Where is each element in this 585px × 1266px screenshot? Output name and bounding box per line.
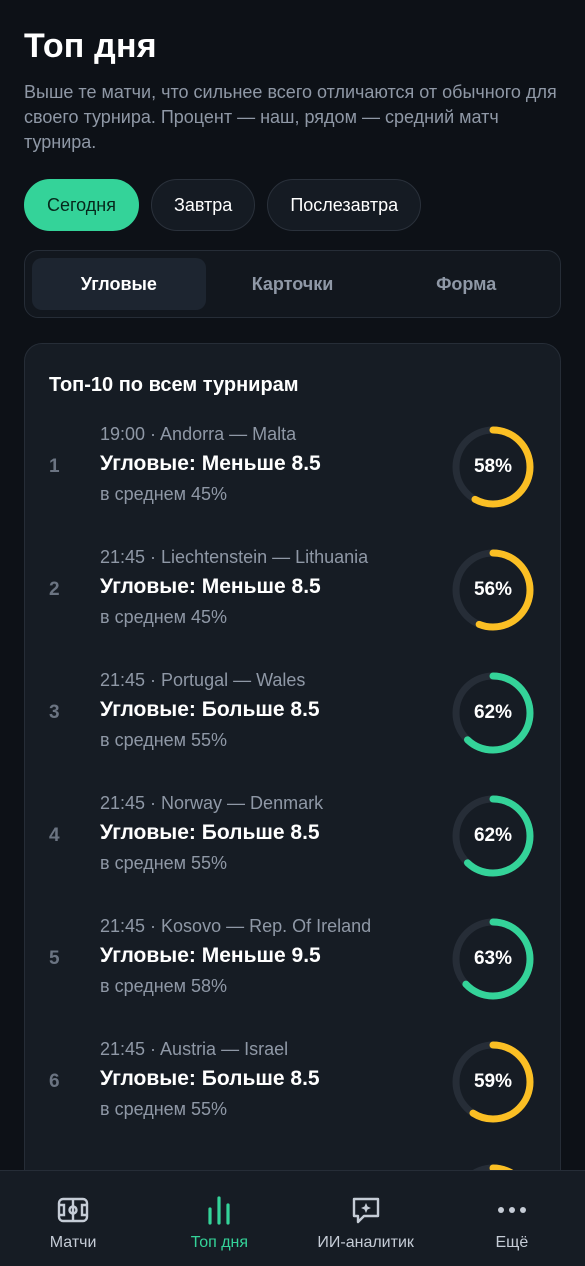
match-info: 21:45 · Austria — Israel Угловые: Больше … — [100, 1037, 320, 1121]
probability-ring: 62% — [450, 670, 536, 756]
market-label: Угловые: Больше 8.5 — [100, 821, 320, 844]
probability-ring: 63% — [450, 916, 536, 1002]
top-list-card: Топ-10 по всем турнирам 1 19:00 · Andorra… — [24, 343, 561, 1243]
list-item[interactable]: 1 19:00 · Andorra — Malta Угловые: Меньше … — [49, 422, 536, 545]
nav-ai-analyst-label: ИИ-аналитик — [317, 1234, 414, 1251]
nav-more-label: Ещё — [495, 1234, 529, 1251]
average-label: в среднем 58% — [100, 976, 228, 996]
tab-cards[interactable]: Карточки — [206, 258, 380, 310]
probability-value: 59% — [473, 1071, 513, 1092]
average-label: в среднем 45% — [100, 607, 228, 627]
nav-more[interactable]: Ещё — [439, 1171, 585, 1266]
market-label: Угловые: Меньше 8.5 — [100, 452, 321, 475]
tab-corners[interactable]: Угловые — [32, 258, 206, 310]
rank-number: 1 — [49, 456, 60, 477]
tab-day-after-tomorrow[interactable]: Послезавтра — [267, 179, 422, 231]
match-title: 21:45 · Kosovo — Rep. Of Ireland — [100, 916, 372, 936]
tab-tomorrow[interactable]: Завтра — [151, 179, 256, 231]
list-item[interactable]: 5 21:45 · Kosovo — Rep. Of Ireland Угловые… — [49, 914, 536, 1037]
ai-chat-icon — [349, 1193, 383, 1227]
market-label: Угловые: Больше 8.5 — [100, 698, 320, 721]
market-label: Угловые: Больше 8.5 — [100, 1067, 320, 1090]
list-item[interactable]: 3 21:45 · Portugal — Wales Угловые: Больше… — [49, 668, 536, 791]
match-list: 1 19:00 · Andorra — Malta Угловые: Меньше … — [49, 422, 536, 1242]
list-item[interactable]: 2 21:45 · Liechtenstein — Lithuania Угловы… — [49, 545, 536, 668]
rank-number: 3 — [49, 702, 60, 723]
app-screen: Топ дня Выше те матчи, что сильнее всего… — [0, 0, 585, 1266]
probability-value: 62% — [473, 825, 513, 846]
average-label: в среднем 55% — [100, 1099, 228, 1119]
rank-number: 5 — [49, 948, 60, 969]
tab-form[interactable]: Форма — [379, 258, 553, 310]
page-subtitle: Выше те матчи, что сильнее всего отличаю… — [24, 82, 557, 152]
match-info: 19:00 · Andorra — Malta Угловые: Меньше 8… — [100, 422, 321, 506]
match-title: 21:45 · Austria — Israel — [100, 1039, 289, 1059]
match-info: 21:45 · Portugal — Wales Угловые: Больше … — [100, 668, 320, 752]
match-title: 21:45 · Liechtenstein — Lithuania — [100, 547, 369, 567]
list-item[interactable]: 6 21:45 · Austria — Israel Угловые: Больше… — [49, 1037, 536, 1160]
probability-ring: 59% — [450, 1039, 536, 1125]
nav-ai-analyst[interactable]: ИИ-аналитик — [293, 1171, 439, 1266]
nav-matches[interactable]: Матчи — [0, 1171, 146, 1266]
football-field-icon — [56, 1193, 90, 1227]
probability-ring: 62% — [450, 793, 536, 879]
average-label: в среднем 55% — [100, 853, 228, 873]
rank-number: 4 — [49, 825, 60, 846]
bottom-navigation: Матчи Топ дня ИИ-аналитик Ещё — [0, 1170, 585, 1266]
tab-today[interactable]: Сегодня — [24, 179, 139, 231]
average-label: в среднем 45% — [100, 484, 228, 504]
match-info: 21:45 · Norway — Denmark Угловые: Больше … — [100, 791, 323, 875]
market-segmented-control: Угловые Карточки Форма — [24, 250, 561, 318]
probability-value: 63% — [473, 948, 513, 969]
nav-top-day-label: Топ дня — [190, 1234, 249, 1251]
card-title: Топ-10 по всем турнирам — [49, 374, 299, 396]
probability-value: 56% — [473, 579, 513, 600]
nav-matches-label: Матчи — [49, 1234, 97, 1251]
probability-ring: 58% — [450, 424, 536, 510]
match-title: 21:45 · Portugal — Wales — [100, 670, 306, 690]
average-label: в среднем 55% — [100, 730, 228, 750]
day-tabs: Сегодня Завтра Послезавтра — [0, 179, 585, 231]
probability-ring: 56% — [450, 547, 536, 633]
rank-number: 6 — [49, 1071, 60, 1092]
probability-value: 58% — [473, 456, 513, 477]
header: Топ дня Выше те матчи, что сильнее всего… — [0, 0, 585, 155]
rank-number: 2 — [49, 579, 60, 600]
match-info: 21:45 · Liechtenstein — Lithuania Угловые… — [100, 545, 368, 629]
market-label: Угловые: Меньше 9.5 — [100, 944, 321, 967]
nav-top-day[interactable]: Топ дня — [146, 1171, 292, 1266]
bar-chart-icon — [202, 1193, 236, 1227]
more-dots-icon — [495, 1193, 529, 1227]
list-item[interactable]: 4 21:45 · Norway — Denmark Угловые: Больше… — [49, 791, 536, 914]
probability-value: 62% — [473, 702, 513, 723]
match-info: 21:45 · Kosovo — Rep. Of Ireland Угловые:… — [100, 914, 371, 998]
match-title: 19:00 · Andorra — Malta — [100, 424, 297, 444]
page-title: Топ дня — [24, 27, 157, 65]
match-title: 21:45 · Norway — Denmark — [100, 793, 324, 813]
market-label: Угловые: Меньше 8.5 — [100, 575, 321, 598]
